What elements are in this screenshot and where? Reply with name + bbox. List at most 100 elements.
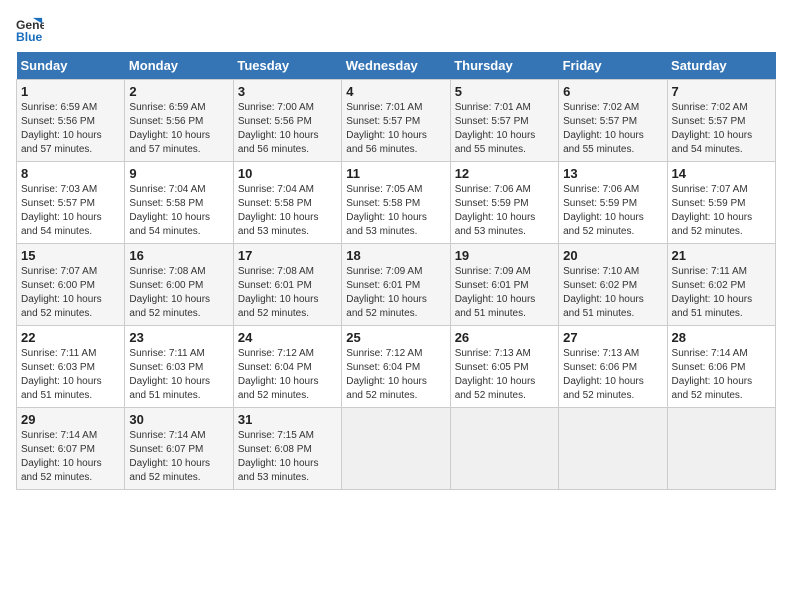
day-info: Sunrise: 7:11 AM Sunset: 6:03 PM Dayligh… xyxy=(129,347,228,403)
calendar-cell xyxy=(667,408,775,490)
day-info: Sunrise: 7:00 AM Sunset: 5:56 PM Dayligh… xyxy=(238,101,337,157)
day-number: 6 xyxy=(563,84,662,99)
day-info: Sunrise: 7:09 AM Sunset: 6:01 PM Dayligh… xyxy=(455,265,554,321)
day-info: Sunrise: 7:04 AM Sunset: 5:58 PM Dayligh… xyxy=(238,183,337,239)
calendar-cell: 11 Sunrise: 7:05 AM Sunset: 5:58 PM Dayli… xyxy=(342,162,450,244)
calendar-cell: 8 Sunrise: 7:03 AM Sunset: 5:57 PM Daylig… xyxy=(17,162,125,244)
calendar-cell xyxy=(450,408,558,490)
day-info: Sunrise: 7:12 AM Sunset: 6:04 PM Dayligh… xyxy=(238,347,337,403)
day-number: 12 xyxy=(455,166,554,181)
col-header-saturday: Saturday xyxy=(667,52,775,80)
day-info: Sunrise: 7:14 AM Sunset: 6:07 PM Dayligh… xyxy=(21,429,120,485)
day-number: 19 xyxy=(455,248,554,263)
calendar-cell: 31 Sunrise: 7:15 AM Sunset: 6:08 PM Dayli… xyxy=(233,408,341,490)
day-info: Sunrise: 6:59 AM Sunset: 5:56 PM Dayligh… xyxy=(21,101,120,157)
col-header-friday: Friday xyxy=(559,52,667,80)
col-header-monday: Monday xyxy=(125,52,233,80)
calendar-cell: 5 Sunrise: 7:01 AM Sunset: 5:57 PM Daylig… xyxy=(450,80,558,162)
day-number: 10 xyxy=(238,166,337,181)
day-number: 14 xyxy=(672,166,771,181)
day-number: 27 xyxy=(563,330,662,345)
logo: General Blue xyxy=(16,16,44,44)
day-number: 31 xyxy=(238,412,337,427)
calendar-cell: 20 Sunrise: 7:10 AM Sunset: 6:02 PM Dayli… xyxy=(559,244,667,326)
calendar-cell: 18 Sunrise: 7:09 AM Sunset: 6:01 PM Dayli… xyxy=(342,244,450,326)
calendar-cell: 24 Sunrise: 7:12 AM Sunset: 6:04 PM Dayli… xyxy=(233,326,341,408)
calendar-cell: 30 Sunrise: 7:14 AM Sunset: 6:07 PM Dayli… xyxy=(125,408,233,490)
page-header: General Blue xyxy=(16,16,776,44)
day-number: 11 xyxy=(346,166,445,181)
calendar-cell: 2Sunrise: 6:59 AM Sunset: 5:56 PM Daylig… xyxy=(125,80,233,162)
day-number: 23 xyxy=(129,330,228,345)
day-info: Sunrise: 7:13 AM Sunset: 6:05 PM Dayligh… xyxy=(455,347,554,403)
calendar-week-3: 15Sunrise: 7:07 AM Sunset: 6:00 PM Dayli… xyxy=(17,244,776,326)
day-number: 3 xyxy=(238,84,337,99)
day-info: Sunrise: 7:07 AM Sunset: 5:59 PM Dayligh… xyxy=(672,183,771,239)
day-info: Sunrise: 7:08 AM Sunset: 6:01 PM Dayligh… xyxy=(238,265,337,321)
col-header-sunday: Sunday xyxy=(17,52,125,80)
calendar-cell: 25 Sunrise: 7:12 AM Sunset: 6:04 PM Dayli… xyxy=(342,326,450,408)
day-info: Sunrise: 7:01 AM Sunset: 5:57 PM Dayligh… xyxy=(346,101,445,157)
calendar-cell: 23 Sunrise: 7:11 AM Sunset: 6:03 PM Dayli… xyxy=(125,326,233,408)
day-number: 18 xyxy=(346,248,445,263)
day-info: Sunrise: 7:05 AM Sunset: 5:58 PM Dayligh… xyxy=(346,183,445,239)
day-info: Sunrise: 7:01 AM Sunset: 5:57 PM Dayligh… xyxy=(455,101,554,157)
day-info: Sunrise: 7:04 AM Sunset: 5:58 PM Dayligh… xyxy=(129,183,228,239)
day-number: 8 xyxy=(21,166,120,181)
calendar-week-5: 29 Sunrise: 7:14 AM Sunset: 6:07 PM Dayli… xyxy=(17,408,776,490)
day-number: 24 xyxy=(238,330,337,345)
day-number: 30 xyxy=(129,412,228,427)
day-number: 21 xyxy=(672,248,771,263)
day-number: 4 xyxy=(346,84,445,99)
day-number: 2 xyxy=(129,84,228,99)
calendar-cell: 13 Sunrise: 7:06 AM Sunset: 5:59 PM Dayli… xyxy=(559,162,667,244)
calendar-cell: 16 Sunrise: 7:08 AM Sunset: 6:00 PM Dayli… xyxy=(125,244,233,326)
svg-text:Blue: Blue xyxy=(16,30,43,44)
calendar-cell xyxy=(559,408,667,490)
day-number: 20 xyxy=(563,248,662,263)
calendar-cell: 9 Sunrise: 7:04 AM Sunset: 5:58 PM Daylig… xyxy=(125,162,233,244)
day-info: Sunrise: 7:10 AM Sunset: 6:02 PM Dayligh… xyxy=(563,265,662,321)
day-number: 29 xyxy=(21,412,120,427)
col-header-wednesday: Wednesday xyxy=(342,52,450,80)
day-info: Sunrise: 7:11 AM Sunset: 6:03 PM Dayligh… xyxy=(21,347,120,403)
calendar-cell: 21 Sunrise: 7:11 AM Sunset: 6:02 PM Dayli… xyxy=(667,244,775,326)
calendar-cell: 4 Sunrise: 7:01 AM Sunset: 5:57 PM Daylig… xyxy=(342,80,450,162)
day-info: Sunrise: 7:14 AM Sunset: 6:06 PM Dayligh… xyxy=(672,347,771,403)
col-header-thursday: Thursday xyxy=(450,52,558,80)
day-info: Sunrise: 7:06 AM Sunset: 5:59 PM Dayligh… xyxy=(563,183,662,239)
day-number: 7 xyxy=(672,84,771,99)
day-number: 25 xyxy=(346,330,445,345)
day-number: 13 xyxy=(563,166,662,181)
calendar-cell: 28 Sunrise: 7:14 AM Sunset: 6:06 PM Dayli… xyxy=(667,326,775,408)
calendar-cell: 7Sunrise: 7:02 AM Sunset: 5:57 PM Daylig… xyxy=(667,80,775,162)
calendar-cell: 3 Sunrise: 7:00 AM Sunset: 5:56 PM Daylig… xyxy=(233,80,341,162)
day-number: 9 xyxy=(129,166,228,181)
day-number: 1 xyxy=(21,84,120,99)
calendar-cell: 14 Sunrise: 7:07 AM Sunset: 5:59 PM Dayli… xyxy=(667,162,775,244)
day-number: 5 xyxy=(455,84,554,99)
day-info: Sunrise: 7:15 AM Sunset: 6:08 PM Dayligh… xyxy=(238,429,337,485)
day-info: Sunrise: 7:14 AM Sunset: 6:07 PM Dayligh… xyxy=(129,429,228,485)
col-header-tuesday: Tuesday xyxy=(233,52,341,80)
calendar-cell: 15Sunrise: 7:07 AM Sunset: 6:00 PM Dayli… xyxy=(17,244,125,326)
day-info: Sunrise: 7:03 AM Sunset: 5:57 PM Dayligh… xyxy=(21,183,120,239)
calendar-cell: 6 Sunrise: 7:02 AM Sunset: 5:57 PM Daylig… xyxy=(559,80,667,162)
day-number: 26 xyxy=(455,330,554,345)
calendar-cell: 17Sunrise: 7:08 AM Sunset: 6:01 PM Dayli… xyxy=(233,244,341,326)
calendar-week-4: 22 Sunrise: 7:11 AM Sunset: 6:03 PM Dayli… xyxy=(17,326,776,408)
day-info: Sunrise: 7:12 AM Sunset: 6:04 PM Dayligh… xyxy=(346,347,445,403)
day-info: Sunrise: 7:11 AM Sunset: 6:02 PM Dayligh… xyxy=(672,265,771,321)
day-number: 16 xyxy=(129,248,228,263)
calendar-week-1: 1 Sunrise: 6:59 AM Sunset: 5:56 PM Daylig… xyxy=(17,80,776,162)
calendar-cell: 29 Sunrise: 7:14 AM Sunset: 6:07 PM Dayli… xyxy=(17,408,125,490)
calendar-cell: 22 Sunrise: 7:11 AM Sunset: 6:03 PM Dayli… xyxy=(17,326,125,408)
day-number: 15 xyxy=(21,248,120,263)
day-info: Sunrise: 7:13 AM Sunset: 6:06 PM Dayligh… xyxy=(563,347,662,403)
day-info: Sunrise: 7:02 AM Sunset: 5:57 PM Dayligh… xyxy=(563,101,662,157)
day-number: 22 xyxy=(21,330,120,345)
day-info: Sunrise: 7:08 AM Sunset: 6:00 PM Dayligh… xyxy=(129,265,228,321)
day-info: Sunrise: 7:09 AM Sunset: 6:01 PM Dayligh… xyxy=(346,265,445,321)
day-number: 28 xyxy=(672,330,771,345)
calendar-cell: 19 Sunrise: 7:09 AM Sunset: 6:01 PM Dayli… xyxy=(450,244,558,326)
